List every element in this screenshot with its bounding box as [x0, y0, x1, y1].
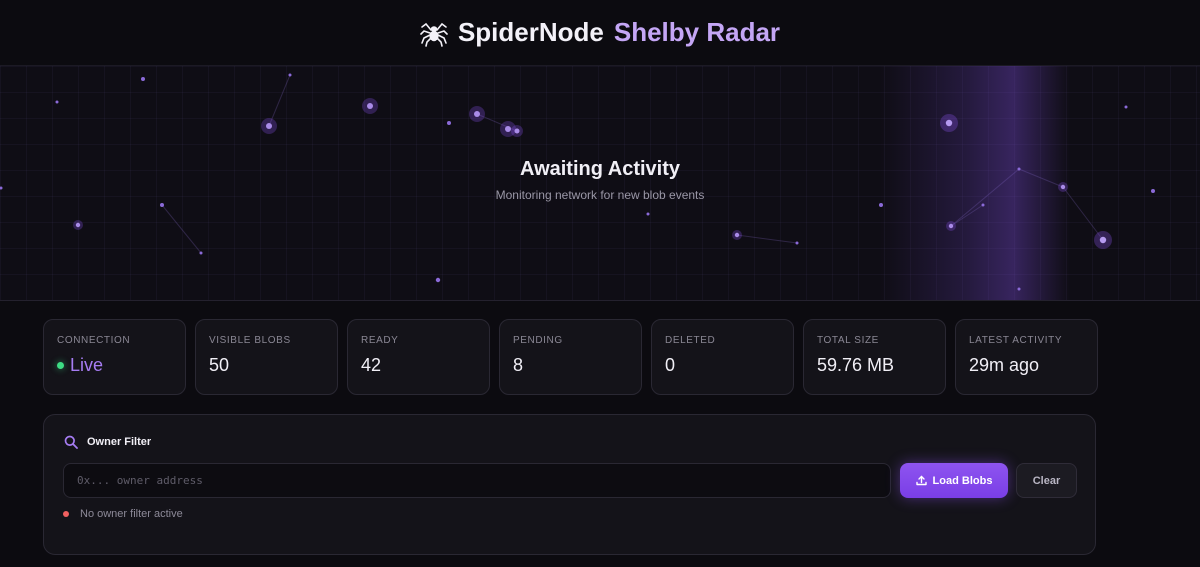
app-title-primary: SpiderNode — [457, 17, 604, 47]
spider-icon — [420, 22, 448, 47]
connection-status-text: Live — [70, 355, 104, 375]
app-brand: SpiderNode Shelby Radar — [420, 17, 780, 48]
filter-status-dot — [63, 511, 69, 517]
stat-label: Latest Activity — [969, 335, 1063, 346]
clear-button[interactable]: Clear — [1016, 463, 1077, 498]
connection-status-dot — [57, 362, 64, 369]
stat-label: Total Size — [817, 335, 879, 346]
stat-value: 0 — [665, 355, 676, 375]
app-title-secondary: Shelby Radar — [613, 17, 781, 47]
stat-card-total-size: Total Size 59.76 MB — [803, 319, 946, 395]
radar-status-subtitle: Monitoring network for new blob events — [495, 188, 705, 202]
load-blobs-button[interactable]: Load Blobs — [900, 463, 1008, 498]
owner-filter-panel: Owner Filter Load Blobs Clear No owner f… — [43, 414, 1096, 555]
upload-icon — [915, 475, 927, 486]
stat-value: Live — [57, 355, 172, 376]
owner-filter-header: Owner Filter — [64, 435, 151, 449]
stat-label: Deleted — [665, 335, 716, 346]
stat-card-deleted: Deleted 0 — [651, 319, 794, 395]
stats-row: Connection Live Visible Blobs 50 Ready 4… — [43, 319, 1098, 395]
stat-value: 42 — [361, 355, 382, 375]
radar-network — [0, 73, 1155, 291]
owner-filter-title: Owner Filter — [87, 436, 152, 448]
stat-value: 50 — [209, 355, 230, 375]
stat-value: 29m ago — [969, 355, 1040, 375]
owner-filter-status: No owner filter active — [63, 508, 183, 520]
radar-status-title: Awaiting Activity — [519, 158, 681, 180]
owner-address-input[interactable] — [63, 463, 891, 498]
stat-label: Ready — [361, 335, 399, 346]
stat-card-connection: Connection Live — [43, 319, 186, 395]
stat-label: Pending — [513, 335, 563, 346]
app-header: SpiderNode Shelby Radar — [0, 0, 1200, 66]
stat-card-pending: Pending 8 — [499, 319, 642, 395]
stat-card-ready: Ready 42 — [347, 319, 490, 395]
activity-radar: Awaiting Activity Monitoring network for… — [0, 66, 1200, 301]
stat-card-visible-blobs: Visible Blobs 50 — [195, 319, 338, 395]
load-blobs-label: Load Blobs — [932, 474, 993, 487]
stat-card-latest-activity: Latest Activity 29m ago — [955, 319, 1098, 395]
search-icon — [64, 435, 78, 449]
filter-status-text: No owner filter active — [80, 508, 183, 520]
stat-value: 8 — [513, 355, 524, 375]
stat-label: Visible Blobs — [209, 335, 291, 346]
stat-label: Connection — [57, 335, 131, 346]
stat-value: 59.76 MB — [817, 355, 895, 375]
